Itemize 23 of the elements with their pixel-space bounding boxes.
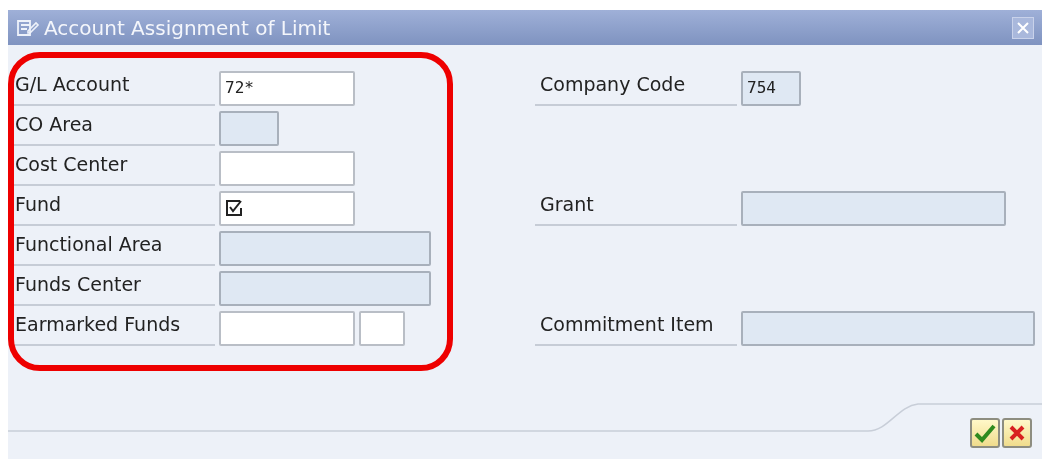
- cancel-button[interactable]: [1002, 418, 1032, 448]
- confirm-button[interactable]: [970, 418, 1000, 448]
- field-label: Cost Center: [10, 150, 215, 186]
- input-field[interactable]: [219, 150, 355, 186]
- field-label: Functional Area: [10, 230, 215, 266]
- field-label: Commitment Item: [535, 310, 737, 346]
- window-icon: [16, 18, 40, 37]
- close-button[interactable]: [1012, 16, 1034, 39]
- field-label: Funds Center: [10, 270, 215, 306]
- window-title: Account Assignment of Limit: [44, 14, 331, 42]
- cross-icon: [1008, 424, 1026, 442]
- field-label: Grant: [535, 190, 737, 226]
- close-icon: [1017, 21, 1029, 34]
- field-label: Company Code: [535, 70, 737, 106]
- field-label: CO Area: [10, 110, 215, 146]
- field-label: Earmarked Funds: [10, 310, 215, 346]
- field-label: G/L Account: [10, 70, 215, 106]
- field-label: Fund: [10, 190, 215, 226]
- input-field[interactable]: 72*: [219, 70, 355, 106]
- checkmark-icon: [974, 423, 996, 443]
- input-field[interactable]: [359, 310, 405, 346]
- input-field[interactable]: [219, 310, 355, 346]
- input-field[interactable]: [219, 190, 355, 226]
